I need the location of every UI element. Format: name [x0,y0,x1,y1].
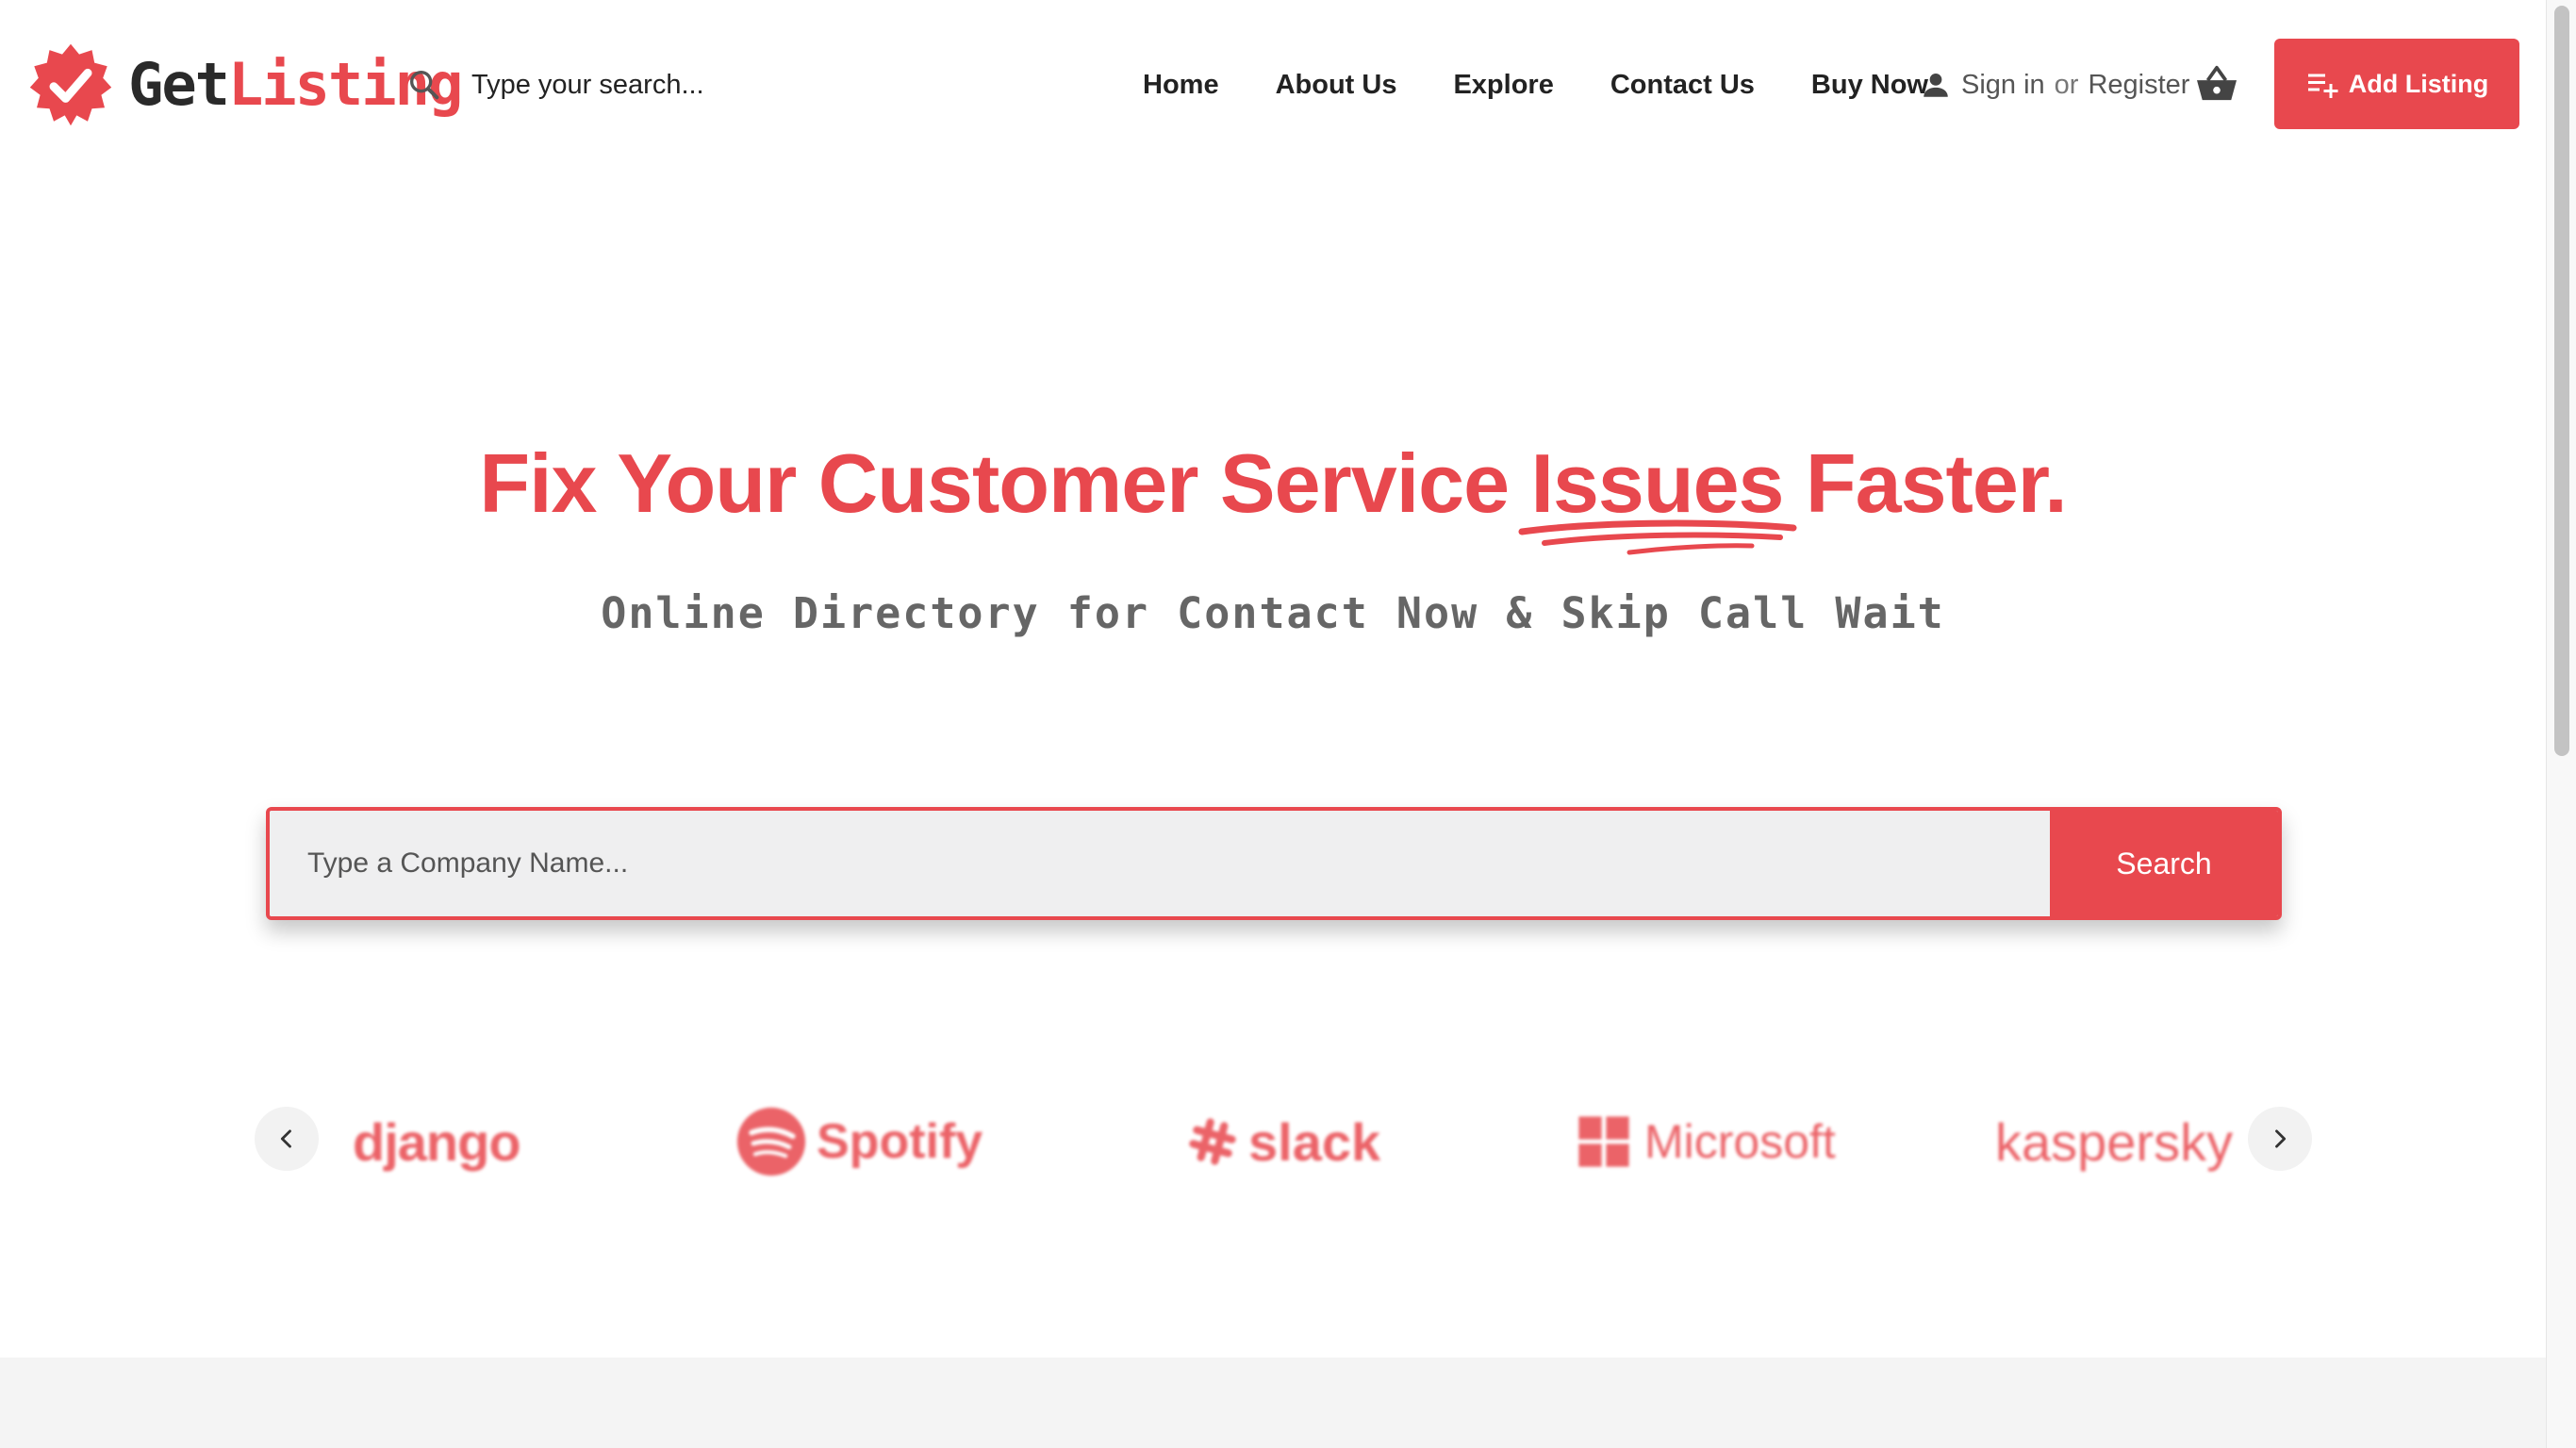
sign-in-link[interactable]: Sign in [1961,70,2045,101]
scrollbar-thumb[interactable] [2554,6,2569,756]
header-search [405,57,866,113]
slack-logo[interactable]: slack [1186,1099,1380,1184]
partner-logo-carousel: django Spotify slack Microsoft kaspersky [255,1099,2312,1193]
nav-about-us[interactable]: About Us [1276,70,1397,101]
basket-icon[interactable] [2195,64,2238,104]
carousel-prev-button[interactable] [255,1107,319,1171]
next-section-band [0,1358,2546,1448]
add-listing-button[interactable]: Add Listing [2274,39,2519,129]
site-header: GetListing Home About Us Explore Contact… [0,0,2546,170]
slack-wordmark: slack [1248,1111,1381,1172]
slack-icon [1189,1118,1236,1165]
hero-title-start: Fix Your Customer Service [479,436,1510,530]
search-icon[interactable] [405,66,443,104]
chevron-right-icon [2275,1129,2287,1148]
nav-buy-now[interactable]: Buy Now [1811,70,1928,101]
nav-home[interactable]: Home [1143,70,1219,101]
kaspersky-logo[interactable]: kaspersky [1995,1099,2250,1184]
microsoft-wordmark: Microsoft [1644,1115,1836,1168]
hero-subtitle: Online Directory for Contact Now & Skip … [601,588,1945,638]
hero-title-highlight: Issues [1518,432,1796,555]
nav-contact-us[interactable]: Contact Us [1610,70,1755,101]
main-nav: Home About Us Explore Contact Us Buy Now [1143,58,1985,111]
kaspersky-wordmark: kaspersky [1995,1111,2234,1172]
django-logo[interactable]: django [353,1099,521,1184]
verified-badge-icon [29,43,112,126]
carousel-next-button[interactable] [2248,1107,2312,1171]
playlist-add-icon [2307,74,2338,98]
company-search-bar: Search [266,807,2282,920]
header-search-input[interactable] [470,68,866,102]
nav-explore[interactable]: Explore [1453,70,1553,101]
spotify-wordmark: Spotify [817,1114,983,1169]
hero-title-end: Faster. [1805,436,2068,530]
django-wordmark: django [353,1111,521,1172]
spotify-logo[interactable]: Spotify [735,1099,983,1184]
add-listing-label: Add Listing [2348,69,2489,98]
hero-title: Fix Your Customer Service Issues Faster. [0,432,2546,555]
underline-scribble [1518,519,1796,555]
microsoft-logo[interactable]: Microsoft [1577,1099,1836,1184]
register-link[interactable]: Register [2088,70,2189,101]
microsoft-icon [1578,1116,1629,1167]
auth-links: Sign in or Register [1920,58,2189,111]
logo-get: Get [128,50,230,119]
site-logo[interactable]: GetListing [28,41,463,128]
user-icon [1924,73,1948,97]
chevron-left-icon [280,1129,291,1148]
spotify-icon [736,1107,806,1176]
auth-or-text: or [2054,69,2079,100]
search-button[interactable]: Search [2050,811,2278,916]
company-search-input[interactable] [270,811,2050,916]
page-scrollbar[interactable] [2546,0,2576,1448]
